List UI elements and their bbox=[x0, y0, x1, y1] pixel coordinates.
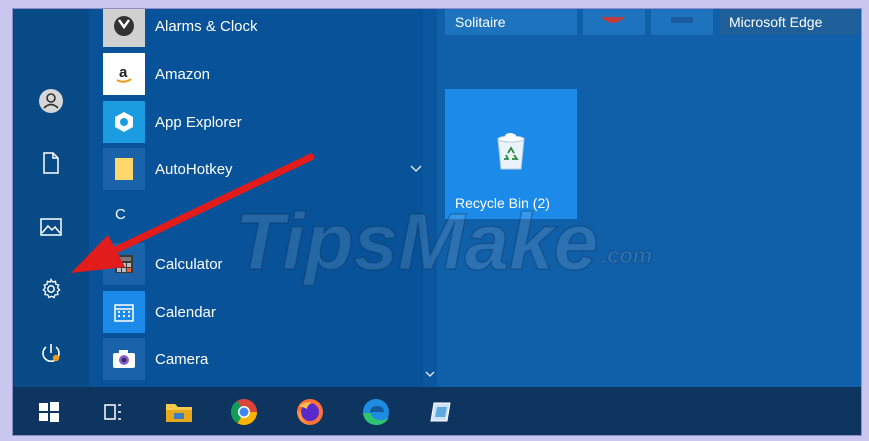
autohotkey-tile bbox=[103, 148, 145, 190]
camera-icon bbox=[113, 350, 135, 368]
taskbar bbox=[13, 387, 861, 435]
chrome-icon bbox=[230, 399, 258, 426]
chevron-down-icon[interactable] bbox=[409, 162, 423, 176]
pinned-app-button[interactable] bbox=[421, 392, 461, 432]
documents-button[interactable] bbox=[31, 143, 71, 183]
calculator-tile bbox=[103, 243, 145, 285]
tile-microsoft-edge[interactable]: Microsoft Edge bbox=[719, 9, 859, 35]
document-icon bbox=[43, 152, 59, 174]
user-account-button[interactable] bbox=[31, 81, 71, 121]
tile-label-solitaire: Solitaire bbox=[455, 14, 506, 30]
alarms-clock-tile bbox=[103, 9, 145, 47]
app-item-autohotkey[interactable]: AutoHotkey bbox=[103, 147, 423, 191]
app-label-calendar: Calendar bbox=[155, 303, 216, 321]
app-item-alarms-clock[interactable]: Alarms & Clock bbox=[103, 9, 423, 48]
app-label-calculator: Calculator bbox=[155, 255, 223, 273]
app-item-app-explorer[interactable]: App Explorer bbox=[103, 100, 423, 144]
firefox-button[interactable] bbox=[290, 392, 330, 432]
calendar-tile bbox=[103, 291, 145, 333]
tile-app-2[interactable] bbox=[583, 9, 645, 35]
power-icon bbox=[42, 344, 60, 362]
power-button[interactable] bbox=[31, 333, 71, 373]
pictures-button[interactable] bbox=[31, 207, 71, 247]
app-tile-icon bbox=[601, 17, 625, 23]
calendar-icon bbox=[114, 304, 134, 322]
pictures-icon bbox=[40, 218, 62, 236]
start-menu-screenshot: Alarms & Clock a Amazon App Explorer Aut… bbox=[12, 8, 862, 436]
svg-text:a: a bbox=[119, 64, 128, 81]
amazon-tile: a bbox=[103, 53, 145, 95]
app-label-amazon: Amazon bbox=[155, 65, 211, 83]
app-item-calculator[interactable]: Calculator bbox=[103, 242, 423, 286]
tile-app-3[interactable] bbox=[651, 9, 713, 35]
app-item-camera[interactable]: Camera bbox=[103, 337, 423, 381]
app-tile-icon-2 bbox=[671, 17, 693, 23]
settings-button[interactable] bbox=[31, 269, 71, 309]
tiles-panel: Solitaire Microsoft Edge Recycle Bin (2) bbox=[437, 9, 861, 387]
tile-recycle-bin[interactable]: Recycle Bin (2) bbox=[445, 89, 577, 219]
edge-button[interactable] bbox=[356, 392, 396, 432]
recycle-bin-icon bbox=[497, 133, 525, 170]
app-label-camera: Camera bbox=[155, 350, 209, 368]
app-icon bbox=[430, 402, 451, 422]
app-explorer-tile bbox=[103, 101, 145, 143]
scroll-down-chevron-icon[interactable] bbox=[424, 369, 436, 379]
group-header-c[interactable]: C bbox=[115, 206, 126, 223]
file-explorer-icon bbox=[166, 404, 192, 422]
app-list-scrollbar[interactable] bbox=[423, 9, 437, 387]
edge-icon bbox=[363, 399, 389, 425]
start-menu-rail bbox=[13, 9, 89, 387]
tile-label-recycle-bin: Recycle Bin (2) bbox=[455, 195, 550, 211]
chrome-button[interactable] bbox=[224, 392, 264, 432]
amazon-icon: a bbox=[116, 64, 132, 83]
clock-icon bbox=[114, 16, 134, 36]
task-view-button[interactable] bbox=[93, 392, 133, 432]
windows-start-icon bbox=[39, 402, 59, 422]
tile-label-microsoft-edge: Microsoft Edge bbox=[729, 14, 823, 30]
user-icon bbox=[39, 89, 63, 113]
app-item-calendar[interactable]: Calendar bbox=[103, 290, 423, 334]
app-label-alarms-clock: Alarms & Clock bbox=[155, 17, 258, 35]
firefox-icon bbox=[297, 399, 323, 425]
camera-tile bbox=[103, 338, 145, 380]
file-explorer-button[interactable] bbox=[159, 392, 199, 432]
settings-gear-icon bbox=[42, 278, 61, 299]
calculator-icon bbox=[115, 255, 133, 273]
tile-solitaire[interactable]: Solitaire bbox=[445, 9, 577, 35]
app-list[interactable]: Alarms & Clock a Amazon App Explorer Aut… bbox=[89, 9, 423, 387]
app-label-app-explorer: App Explorer bbox=[155, 113, 242, 131]
app-item-amazon[interactable]: a Amazon bbox=[103, 52, 423, 96]
task-view-icon bbox=[104, 404, 121, 420]
folder-icon bbox=[115, 158, 133, 180]
app-label-autohotkey: AutoHotkey bbox=[155, 160, 233, 178]
start-button[interactable] bbox=[29, 392, 69, 432]
app-explorer-icon bbox=[115, 112, 133, 132]
